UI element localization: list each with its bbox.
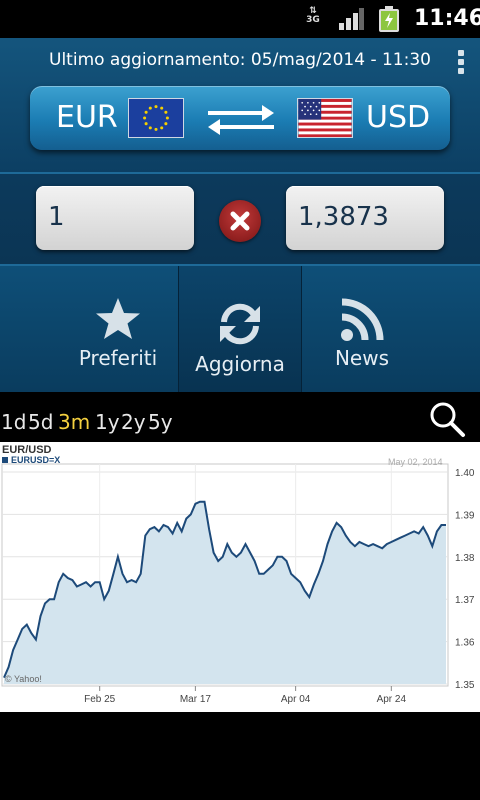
x-tick-label: Mar 17 bbox=[180, 694, 212, 705]
status-bar: ⇅ 3G 11:46 bbox=[0, 0, 480, 38]
news-label: News bbox=[334, 346, 390, 370]
amount-input[interactable]: 1 bbox=[36, 186, 194, 250]
star-icon bbox=[96, 298, 140, 339]
y-tick-label: 1.35 bbox=[455, 680, 475, 691]
x-tick-label: Apr 04 bbox=[281, 694, 311, 705]
y-tick-label: 1.36 bbox=[455, 638, 475, 649]
clock: 11:46 bbox=[414, 6, 480, 31]
bottom-area bbox=[0, 712, 480, 800]
x-tick-label: Feb 25 bbox=[84, 694, 116, 705]
y-tick-label: 1.38 bbox=[455, 553, 475, 564]
rate-chart: 1.40 1.39 1.38 1.37 1.36 1.35 Feb 25 Mar 17 Apr… bbox=[1, 444, 475, 705]
chart-panel: 1.40 1.39 1.38 1.37 1.36 1.35 Feb 25 Mar 17 Apr… bbox=[0, 442, 480, 712]
favorites-label: Preferiti bbox=[78, 346, 158, 370]
chart-date-label: May 02, 2014 bbox=[388, 457, 443, 467]
range-3m[interactable]: 3m bbox=[58, 410, 90, 434]
range-2y[interactable]: 2y bbox=[121, 410, 146, 434]
range-5y[interactable]: 5y bbox=[148, 410, 173, 434]
refresh-icon bbox=[220, 303, 260, 345]
network-type-icon: ⇅ 3G bbox=[303, 7, 323, 31]
refresh-button[interactable]: Aggiorna bbox=[178, 266, 302, 396]
news-button[interactable]: News bbox=[302, 266, 422, 394]
chart-legend: EURUSD=X bbox=[11, 455, 60, 465]
us-flag-icon[interactable] bbox=[297, 98, 353, 138]
last-update-text: Ultimo aggiornamento: 05/mag/2014 - 11:3… bbox=[49, 50, 431, 70]
legend-swatch bbox=[2, 457, 8, 463]
to-currency-code[interactable]: USD bbox=[366, 100, 430, 135]
from-currency-code[interactable]: EUR bbox=[56, 100, 118, 135]
swap-currencies-icon[interactable] bbox=[206, 100, 276, 136]
eu-flag-icon[interactable] bbox=[128, 98, 184, 138]
currency-pair-selector[interactable]: EUR USD bbox=[30, 86, 450, 150]
search-icon[interactable] bbox=[428, 400, 466, 438]
x-tick-label: Apr 24 bbox=[377, 694, 407, 705]
network-type-label: 3G bbox=[306, 15, 320, 25]
header: Ultimo aggiornamento: 05/mag/2014 - 11:3… bbox=[0, 38, 480, 172]
action-toolbar: Preferiti Aggiorna News bbox=[0, 264, 480, 396]
y-tick-label: 1.39 bbox=[455, 510, 475, 521]
range-1d[interactable]: 1d bbox=[1, 410, 26, 434]
conversion-row: 1 1,3873 bbox=[0, 172, 480, 264]
range-selector: 1d 5d 3m 1y 2y 5y bbox=[0, 392, 480, 442]
close-icon bbox=[230, 211, 250, 231]
result-output[interactable]: 1,3873 bbox=[286, 186, 444, 250]
chart-watermark: © Yahoo! bbox=[5, 674, 42, 684]
y-tick-label: 1.37 bbox=[455, 595, 475, 606]
range-5d[interactable]: 5d bbox=[28, 410, 53, 434]
refresh-label: Aggiorna bbox=[195, 352, 285, 376]
y-tick-label: 1.40 bbox=[455, 468, 475, 479]
signal-strength-icon bbox=[339, 8, 364, 30]
battery-charging-icon bbox=[379, 6, 399, 32]
clear-button[interactable] bbox=[219, 200, 261, 242]
rss-feed-icon bbox=[341, 298, 384, 341]
range-1y[interactable]: 1y bbox=[95, 410, 120, 434]
overflow-menu-icon[interactable] bbox=[455, 50, 467, 76]
favorites-button[interactable]: Preferiti bbox=[56, 266, 180, 394]
